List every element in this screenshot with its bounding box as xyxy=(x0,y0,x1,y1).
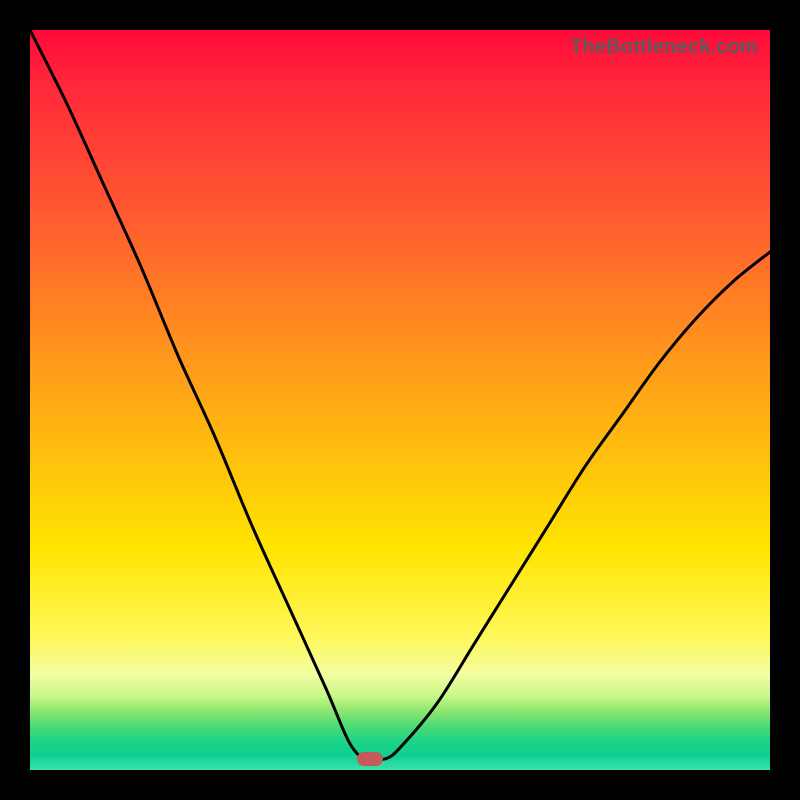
valley-marker xyxy=(357,752,383,766)
plot-area: TheBottleneck.com xyxy=(30,30,770,770)
chart-frame: TheBottleneck.com xyxy=(0,0,800,800)
curve-path xyxy=(30,30,770,760)
bottleneck-curve xyxy=(30,30,770,770)
